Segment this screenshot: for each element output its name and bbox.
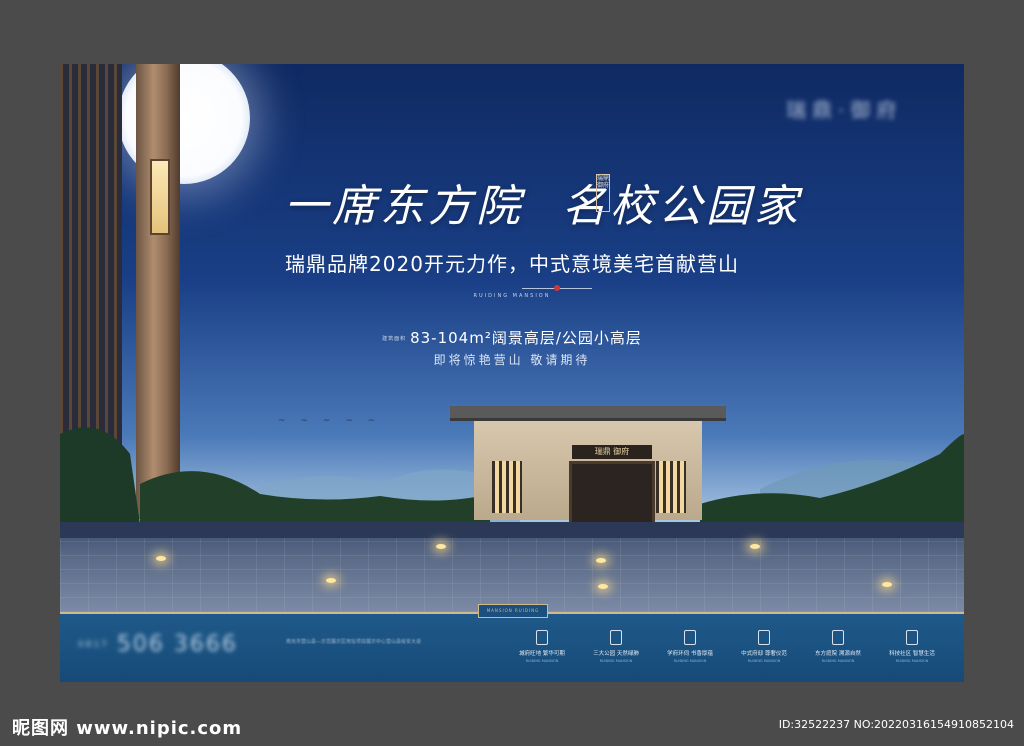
headline: 一席东方院 名校公园家 (284, 170, 802, 234)
subline: 瑞鼎品牌2020开元力作，中式意境美宅首献营山 (285, 252, 739, 276)
ground-light (326, 578, 336, 583)
ground-light (750, 544, 760, 549)
bottom-bar: MANSION RUIDING 0817 506 3666 南充市营山县—示范展示… (60, 604, 964, 682)
park-icon (610, 630, 622, 645)
divider-dot (554, 285, 560, 291)
feature-en: RUIDING MANSION (895, 659, 929, 663)
poster: ~ ~ ~ ~ ~ 瑞鼎 御府 瑞鼎·御府 一席东方院 名校公园家 瑞鼎御府 瑞… (60, 64, 964, 682)
school-icon (684, 630, 696, 645)
feature-item: 中式府邸 尊奢仪范 RUIDING MANSION (734, 630, 794, 663)
feature-item: 东方庭院 溯源自然 RUIDING MANSION (808, 630, 868, 663)
feature-label: 三大公园 天然绿肺 (593, 651, 639, 657)
gate-window-left (492, 461, 522, 513)
feature-en: RUIDING MANSION (599, 659, 633, 663)
site-text: 昵图网 www.nipic.com (12, 718, 243, 739)
ground-light (598, 584, 608, 589)
smart-community-icon (906, 630, 918, 645)
image-id: ID:32522237 NO:20220316154910852104 (778, 718, 1014, 731)
divider-text: RUIDING MANSION (473, 293, 551, 299)
area-text: 83-104m²阔景高层/公园小高层 (410, 329, 642, 347)
feature-label: 学府环伺 书香厚蕴 (667, 651, 713, 657)
mansion-icon (758, 630, 770, 645)
feature-label: 城府旺地 繁华可期 (519, 651, 565, 657)
courtyard-icon (832, 630, 844, 645)
feature-item: 学府环伺 书香厚蕴 RUIDING MANSION (660, 630, 720, 663)
feature-item: 城府旺地 繁华可期 RUIDING MANSION (512, 630, 572, 663)
feature-en: RUIDING MANSION (525, 659, 559, 663)
plaza-tiles (60, 538, 964, 612)
gate-window-right (656, 461, 686, 513)
feature-item: 三大公园 天然绿肺 RUIDING MANSION (586, 630, 646, 663)
feature-item: 科技社区 智慧生活 RUIDING MANSION (882, 630, 942, 663)
feature-en: RUIDING MANSION (821, 659, 855, 663)
ground-light (156, 556, 166, 561)
feature-label: 科技社区 智慧生活 (889, 651, 935, 657)
site-watermark: 昵图网 www.nipic.com (12, 714, 242, 740)
gate-body: 瑞鼎 御府 (474, 421, 702, 535)
address: 南充市营山县—示范展示区地址项目展示中心营山县绥安大道 (286, 639, 422, 645)
gate-roof (450, 406, 726, 421)
brand-logo: 瑞鼎·御府 (786, 98, 903, 122)
headline-part1: 一席东方院 (284, 181, 524, 232)
ground-light (882, 582, 892, 587)
area-prefix: 建筑面积 (382, 336, 407, 342)
ground-light (436, 544, 446, 549)
watermark-frame: ~ ~ ~ ~ ~ 瑞鼎 御府 瑞鼎·御府 一席东方院 名校公园家 瑞鼎御府 瑞… (0, 0, 1024, 746)
phone-number: 0817 506 3666 (78, 632, 238, 657)
entrance-gate: 瑞鼎 御府 (450, 406, 726, 535)
stone-plaza (60, 522, 964, 612)
phone-prefix: 0817 (78, 640, 109, 650)
phone-digits: 506 3666 (116, 632, 238, 657)
bottom-badge: MANSION RUIDING (478, 604, 548, 618)
feature-label: 东方庭院 溯源自然 (815, 651, 861, 657)
building-icon (536, 630, 548, 645)
feature-en: RUIDING MANSION (673, 659, 707, 663)
feature-label: 中式府邸 尊奢仪范 (741, 651, 787, 657)
feature-en: RUIDING MANSION (747, 659, 781, 663)
red-seal: 瑞鼎御府 (596, 174, 610, 212)
coming-soon: 即将惊艳营山 敬请期待 (433, 353, 591, 367)
birds: ~ ~ ~ ~ ~ (278, 416, 382, 426)
gate-plaque: 瑞鼎 御府 (572, 445, 652, 459)
area-line: 建筑面积 83-104m²阔景高层/公园小高层 (60, 327, 964, 348)
ground-light (596, 558, 606, 563)
